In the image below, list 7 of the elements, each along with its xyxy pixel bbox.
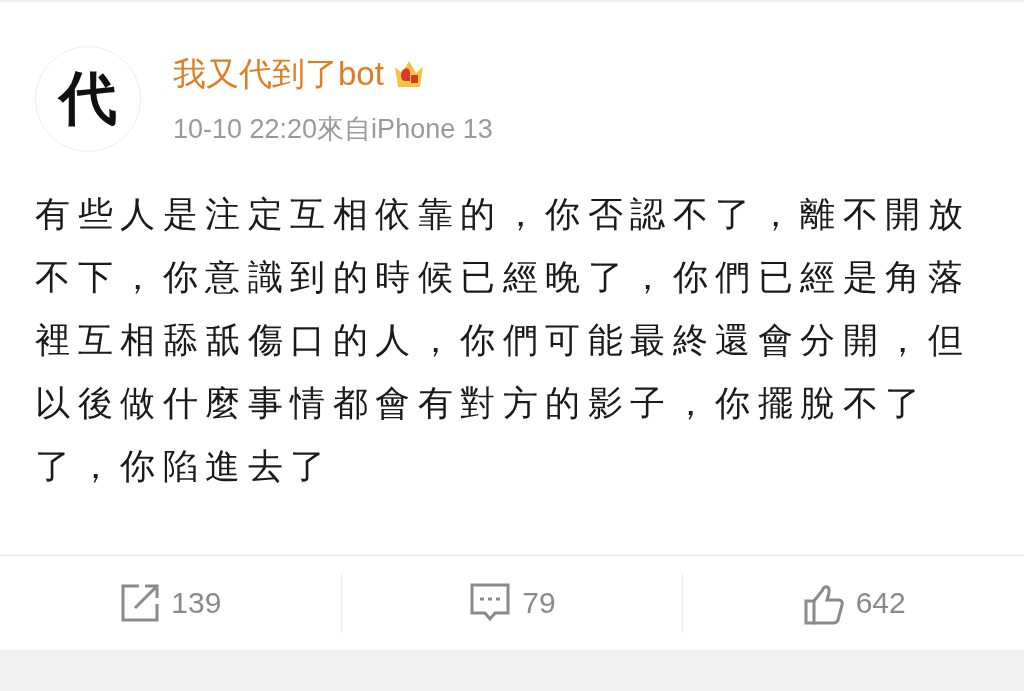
comment-button[interactable]: 79 [341,573,683,633]
like-button[interactable]: 642 [683,573,1024,633]
post-text: 有些人是注定互相依靠的，你否認不了，離不開放不下，你意識到的時候已經晚了，你們已經是角落裡互相舔舐傷口的人，你們可能最終還會分開，但以後做什麼事情都會有對方的影子，你擺脫不了了，你陷進去了 [35,193,971,487]
post-time: 10-10 22:20來自iPhone 13 [173,112,493,146]
repost-button[interactable]: 139 [0,573,341,633]
author-name[interactable]: 我又代到了bot [173,51,384,97]
share-icon [119,582,162,624]
